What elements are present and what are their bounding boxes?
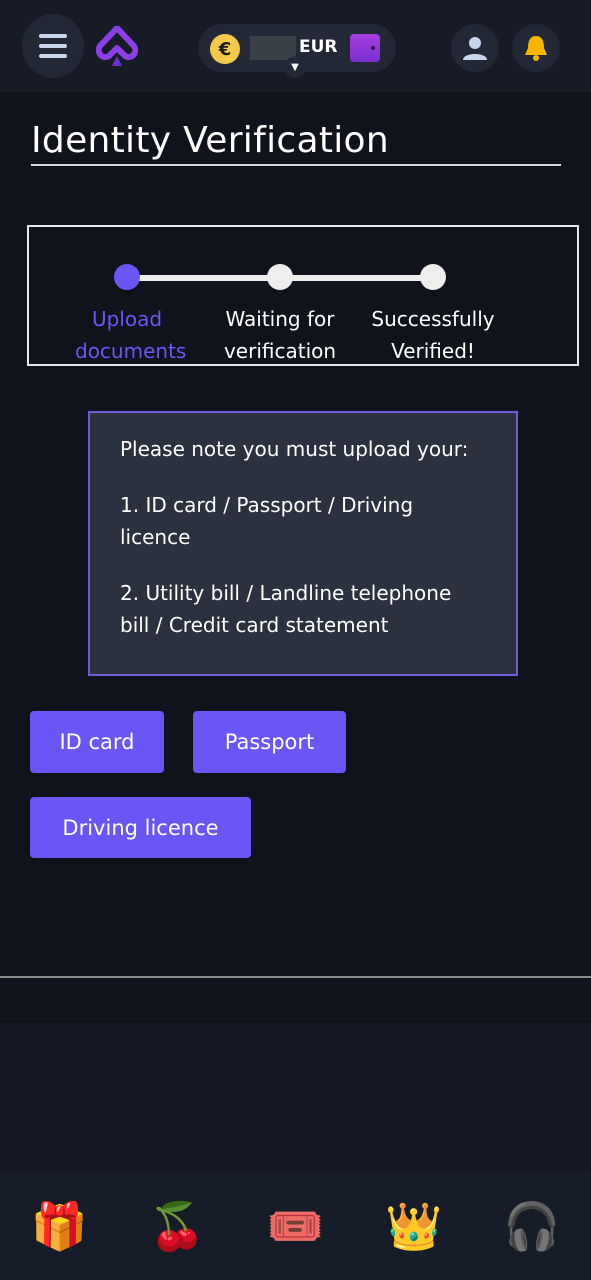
passport-button[interactable]: Passport: [193, 711, 346, 773]
step-dot-upload: [114, 264, 140, 290]
notifications-button[interactable]: [512, 24, 560, 72]
bell-icon: [525, 36, 547, 61]
verification-stepper: Upload documents Waiting for verificatio…: [27, 225, 579, 366]
page-title: Identity Verification: [31, 120, 389, 161]
spade-logo[interactable]: [95, 25, 139, 72]
note-item-2: 2. Utility bill / Landline telephone bil…: [120, 581, 452, 637]
title-underline: [31, 164, 561, 166]
menu-icon-line: [39, 54, 67, 58]
upload-requirements-note: Please note you must upload your: 1. ID …: [88, 411, 518, 676]
step-dot-waiting: [267, 264, 293, 290]
driving-licence-button[interactable]: Driving licence: [30, 797, 251, 858]
id-card-button[interactable]: ID card: [30, 711, 164, 773]
gift-icon[interactable]: 🎁: [30, 1199, 87, 1254]
user-icon: [463, 37, 487, 60]
step-label-upload: Upload documents: [75, 307, 187, 363]
currency-label: EUR: [299, 37, 338, 57]
step-dot-verified: [420, 264, 446, 290]
divider: [0, 976, 591, 978]
bottom-nav: 🎁 🍒 🎟️ 👑 🎧: [0, 1173, 591, 1280]
user-button[interactable]: [451, 24, 499, 72]
ticket-icon[interactable]: 🎟️: [267, 1199, 324, 1254]
cherries-icon[interactable]: 🍒: [149, 1199, 206, 1254]
footer-area: [0, 1023, 591, 1173]
step-label-verified: Successfully Verified!: [371, 307, 495, 363]
wallet-icon[interactable]: [350, 34, 380, 62]
euro-coin-icon: €: [210, 34, 240, 64]
crown-icon[interactable]: 👑: [385, 1199, 442, 1254]
menu-icon: [39, 34, 67, 38]
menu-icon-line: [39, 44, 67, 48]
chevron-down-icon[interactable]: ▼: [284, 56, 306, 78]
menu-button[interactable]: [22, 14, 84, 78]
top-bar: € EUR ▼: [0, 0, 591, 92]
headset-icon[interactable]: 🎧: [503, 1199, 560, 1254]
note-item-1: 1. ID card / Passport / Driving licence: [120, 493, 414, 549]
note-intro: Please note you must upload your:: [120, 437, 469, 461]
step-label-waiting: Waiting for verification: [223, 307, 337, 363]
